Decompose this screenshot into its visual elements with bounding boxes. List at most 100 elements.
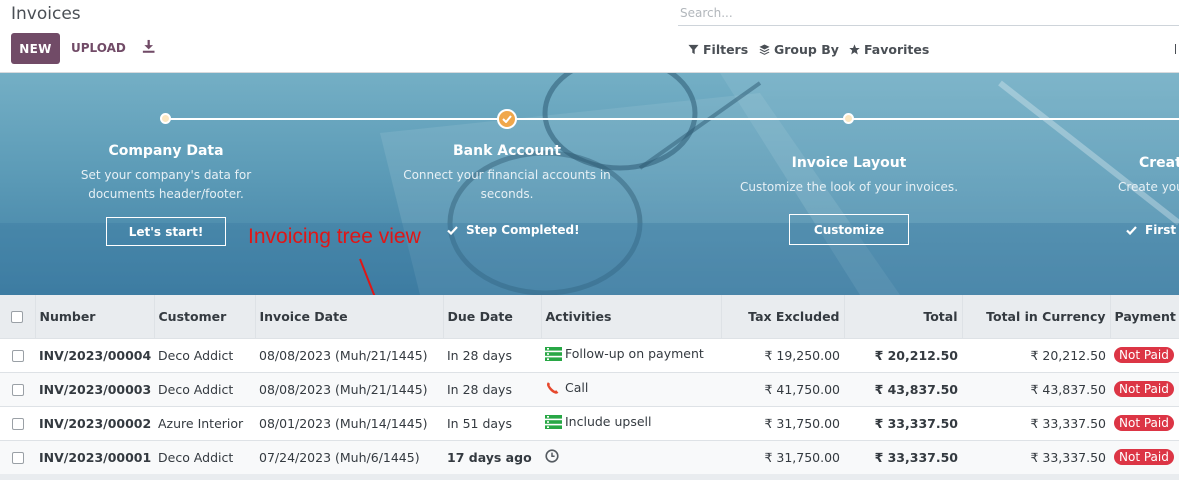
step-title: Invoice Layout [791,155,907,171]
row-checkbox[interactable] [11,384,24,396]
phone-icon [547,381,559,394]
payment-status-cell: Not Paid [1110,405,1179,440]
table-row[interactable]: INV/2023/00002 Azure Interior 08/01/2023… [0,405,1179,440]
column-header-activities[interactable]: Activities [540,295,721,338]
payment-status-cell: Not Paid [1110,371,1179,406]
activity-widget[interactable]: Include upsell [545,414,651,429]
activity-widget[interactable]: Call [545,380,588,395]
column-header-total-currency[interactable]: Total in Currency [961,295,1110,338]
customer-name: Deco Addict [154,439,255,474]
control-panel: Invoices NEW UPLOAD Filters Group By Fav… [0,0,1179,73]
step-completed-text: First [1145,223,1177,237]
column-header-total[interactable]: Total [843,295,962,338]
upload-button[interactable]: UPLOAD [71,41,126,55]
invoice-table: Number Customer Invoice Date Due Date Ac… [0,295,1179,474]
due-date: In 51 days [443,405,541,440]
column-header-number[interactable]: Number [34,295,154,338]
table-row[interactable]: INV/2023/00003 Deco Addict 08/08/2023 (M… [0,371,1179,406]
column-header-invoice-date[interactable]: Invoice Date [254,295,443,338]
select-all-checkbox[interactable] [11,311,24,324]
activity-summary: Follow-up on payment [565,346,704,362]
activity-widget[interactable] [545,449,562,463]
due-date: In 28 days [443,337,541,372]
star-icon [849,44,860,55]
invoice-date: 08/08/2023 (Muh/21/1445) [255,371,443,406]
annotation-text: Invoicing tree view [248,225,421,248]
invoice-number: INV/2023/00001 [35,439,154,474]
row-select-cell [0,337,35,372]
row-select-cell [0,439,35,474]
activity-cell: Follow-up on payment [541,337,721,372]
customize-button[interactable]: Customize [789,214,909,245]
favorites-toggle[interactable]: Favorites [849,42,929,57]
status-badge: Not Paid [1114,381,1174,397]
view-switcher-edge[interactable] [1175,44,1179,54]
annotation-arrow-icon [359,258,376,295]
step-description: Create you [1118,180,1179,194]
step-description: Set your company's data for documents he… [80,168,252,201]
table-row[interactable]: INV/2023/00001 Deco Addict 07/24/2023 (M… [0,439,1179,474]
tax-excluded: ₹ 41,750.00 [721,371,844,406]
due-date: In 28 days [443,371,541,406]
customer-name: Deco Addict [154,371,255,406]
tax-excluded: ₹ 31,750.00 [721,439,844,474]
column-header-payment-status[interactable]: Payment St [1109,295,1179,338]
progress-line [166,118,507,120]
row-checkbox[interactable] [11,452,24,465]
payment-status-cell: Not Paid [1110,337,1179,372]
customer-name: Deco Addict [154,337,255,372]
row-checkbox[interactable] [11,418,24,430]
row-select-cell [0,371,35,406]
due-date: 17 days ago [443,439,541,474]
lets-start-button[interactable]: Let's start! [106,217,226,246]
payment-status-cell: Not Paid [1110,439,1179,474]
total: ₹ 33,337.50 [844,405,962,440]
filter-icon [688,44,699,55]
activity-summary: Include upsell [565,414,652,430]
page-title: Invoices [11,4,81,24]
step-complete-icon [497,109,517,129]
total-in-currency: ₹ 33,337.50 [962,439,1110,474]
invoice-number: INV/2023/00004 [35,337,154,372]
new-button[interactable]: NEW [11,33,60,64]
invoice-date: 08/01/2023 (Muh/14/1445) [255,405,443,440]
activity-cell: Include upsell [541,405,721,440]
groupby-toggle[interactable]: Group By [759,42,839,57]
status-badge: Not Paid [1114,449,1174,466]
activity-cell [541,439,721,474]
tax-excluded: ₹ 19,250.00 [721,337,844,372]
status-badge: Not Paid [1114,347,1174,363]
step-completed-label: Step Completed! [447,223,580,237]
table-row[interactable]: INV/2023/00004 Deco Addict 08/08/2023 (M… [0,337,1179,372]
customer-name: Azure Interior [154,405,255,440]
activity-cell: Call [541,371,721,406]
onboarding-banner: Company Data Set your company's data for… [0,73,1179,295]
step-title: Company Data [108,143,224,159]
table-footer-strip [0,474,1179,480]
activity-widget[interactable]: Follow-up on payment [545,346,704,361]
download-icon[interactable] [141,39,156,54]
layers-icon [759,44,770,55]
select-all-cell [0,295,35,338]
status-badge: Not Paid [1114,415,1174,431]
total-in-currency: ₹ 33,337.50 [962,405,1110,440]
groupby-label: Group By [774,42,839,57]
clock-icon [545,449,559,463]
column-header-due-date[interactable]: Due Date [442,295,541,338]
step-dot [160,113,171,124]
column-header-customer[interactable]: Customer [153,295,255,338]
filters-toggle[interactable]: Filters [688,42,748,57]
column-header-tax-excluded[interactable]: Tax Excluded [720,295,844,338]
total: ₹ 20,212.50 [844,337,962,372]
tasks-icon [545,414,562,429]
step-completed-text: Step Completed! [466,223,580,237]
step-completed-label: First [1126,223,1176,237]
search-input[interactable] [678,0,1179,25]
progress-line [507,118,849,120]
row-checkbox[interactable] [11,350,24,362]
filters-label: Filters [703,42,749,57]
step-title: Creat [1139,155,1179,171]
search-bar [678,0,1179,26]
step-description: Customize the look of your invoices. [739,180,959,194]
check-icon [502,115,512,123]
